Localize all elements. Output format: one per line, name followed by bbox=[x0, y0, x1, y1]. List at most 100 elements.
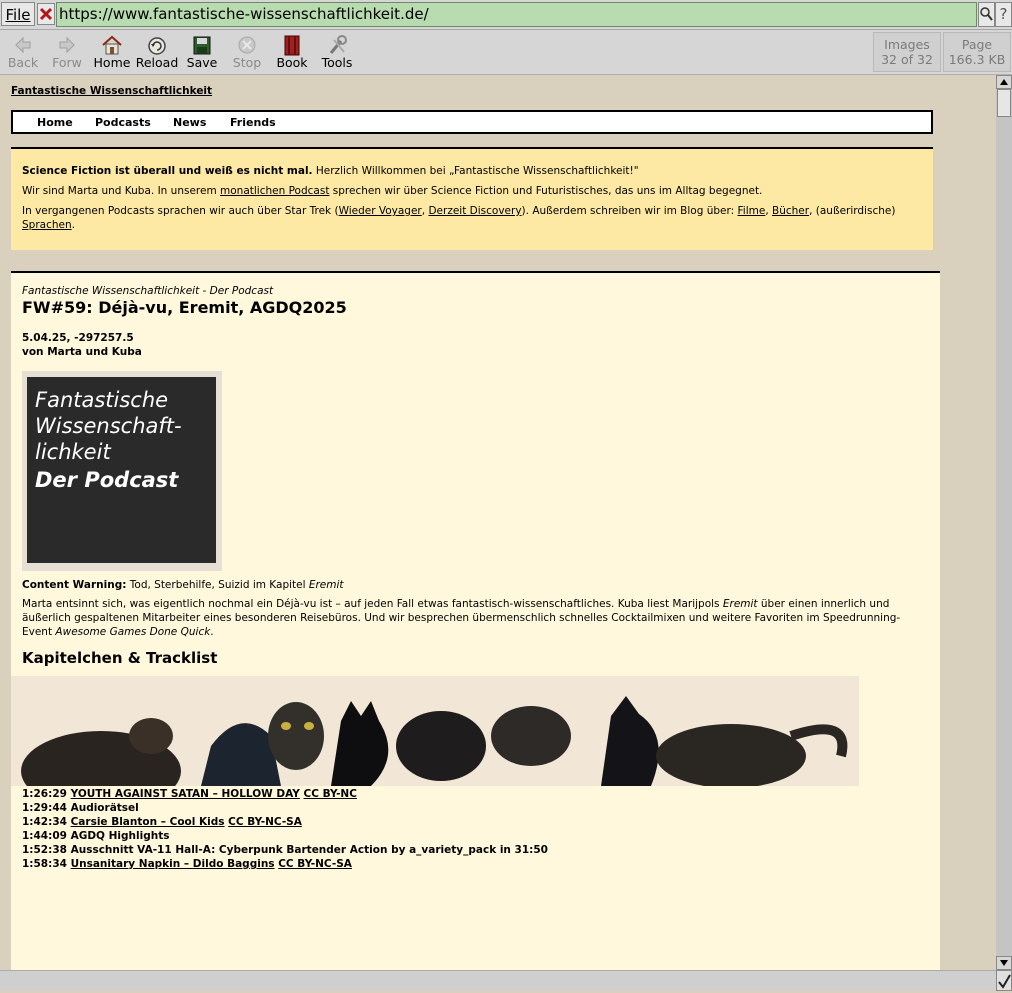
home-button[interactable]: Home bbox=[89, 30, 135, 74]
save-button[interactable]: Save bbox=[179, 30, 225, 74]
intro-welcome: Herzlich Willkommen bei „Fantastische Wi… bbox=[312, 165, 639, 177]
help-button[interactable]: ? bbox=[995, 2, 1012, 27]
page-size-value: 166.3 KB bbox=[948, 52, 1006, 67]
intro-text: In vergangenen Podcasts sprachen wir auc… bbox=[22, 205, 339, 217]
track-row: 1:29:44 Audiorätsel bbox=[22, 801, 929, 815]
desc-em: Awesome Games Done Quick bbox=[55, 626, 211, 638]
track-row: 1:44:09 AGDQ Highlights bbox=[22, 829, 929, 843]
forward-button[interactable]: Forw bbox=[44, 30, 90, 74]
tools-button[interactable]: Tools bbox=[314, 30, 360, 74]
reload-icon bbox=[148, 37, 166, 55]
file-menu-label: File bbox=[5, 6, 31, 24]
track-title: Ausschnitt VA-11 Hall-A: Cyberpunk Barte… bbox=[70, 844, 548, 856]
scroll-thumb[interactable] bbox=[997, 89, 1011, 117]
content-warning: Content Warning: Tod, Sterbehilfe, Suizi… bbox=[22, 579, 929, 591]
back-button[interactable]: Back bbox=[0, 30, 46, 74]
article-meta: 5.04.25, -297257.5 von Marta und Kuba bbox=[22, 331, 929, 359]
home-label: Home bbox=[93, 55, 131, 70]
images-status-label: Images bbox=[884, 37, 930, 52]
track-license-link[interactable]: CC BY-NC-SA bbox=[228, 816, 302, 828]
track-row: 1:42:34 Carsie Blanton – Cool Kids CC BY… bbox=[22, 815, 929, 829]
forward-arrow-icon bbox=[59, 36, 75, 54]
scroll-down-icon[interactable] bbox=[996, 956, 1012, 970]
save-label: Save bbox=[186, 55, 218, 70]
tracklist-heading: Kapitelchen & Tracklist bbox=[22, 649, 218, 667]
intro-line-1: Science Fiction ist überall und weiß es … bbox=[22, 164, 922, 178]
main-nav: Home Podcasts News Friends bbox=[11, 110, 933, 134]
page-size-status: Page 166.3 KB bbox=[943, 32, 1011, 72]
cover-subtitle: Der Podcast bbox=[35, 468, 179, 492]
track-link[interactable]: Carsie Blanton – Cool Kids bbox=[71, 816, 225, 828]
track-row: 1:52:38 Ausschnitt VA-11 Hall-A: Cyberpu… bbox=[22, 843, 929, 857]
cw-text: Tod, Sterbehilfe, Suizid im Kapitel bbox=[126, 579, 309, 591]
nav-news[interactable]: News bbox=[173, 116, 206, 129]
scroll-up-icon[interactable] bbox=[996, 75, 1012, 89]
intro-text: . bbox=[71, 219, 75, 231]
track-title: Audiorätsel bbox=[70, 802, 139, 814]
podcast-article: Fantastische Wissenschaftlichkeit - Der … bbox=[11, 271, 940, 970]
wieder-voyager-link[interactable]: Wieder Voyager bbox=[339, 205, 422, 217]
intro-line-2: Wir sind Marta und Kuba. In unserem mona… bbox=[22, 184, 922, 198]
cover-line: Wissenschaft- bbox=[35, 414, 182, 438]
episode-description: Marta entsinnt sich, was eigentlich noch… bbox=[22, 597, 929, 639]
forward-label: Forw bbox=[52, 55, 82, 70]
track-time: 1:44:09 bbox=[22, 830, 67, 842]
track-row: 1:58:34 Unsanitary Napkin – Dildo Baggin… bbox=[22, 857, 929, 871]
site-title-link[interactable]: Fantastische Wissenschaftlichkeit bbox=[11, 85, 212, 97]
home-icon bbox=[102, 35, 122, 55]
desc-text: Marta entsinnt sich, was eigentlich noch… bbox=[22, 598, 723, 610]
save-disk-icon bbox=[193, 36, 211, 55]
track-time: 1:58:34 bbox=[22, 858, 67, 870]
sprachen-link[interactable]: Sprachen bbox=[22, 219, 72, 231]
intro-text: ). Außerdem schreiben wir im Blog über: bbox=[521, 205, 738, 217]
derzeit-discovery-link[interactable]: Derzeit Discovery bbox=[428, 205, 521, 217]
page-viewport: Fantastische Wissenschaftlichkeit Home P… bbox=[0, 75, 996, 970]
filme-link[interactable]: Filme bbox=[738, 205, 766, 217]
track-time: 1:29:44 bbox=[22, 802, 67, 814]
stop-label: Stop bbox=[232, 55, 262, 70]
browser-toolbar: Back Forw Home Reload Save Stop Book Too… bbox=[0, 30, 1012, 75]
cover-line: lichkeit bbox=[35, 440, 111, 464]
nav-home[interactable]: Home bbox=[37, 116, 73, 129]
search-icon[interactable] bbox=[978, 2, 995, 27]
desc-em: Eremit bbox=[722, 598, 758, 610]
images-status: Images 32 of 32 bbox=[873, 32, 941, 72]
monthly-podcast-link[interactable]: monatlichen Podcast bbox=[220, 185, 329, 197]
bookmarks-button[interactable]: Book bbox=[269, 30, 315, 74]
images-status-value: 32 of 32 bbox=[881, 52, 933, 67]
intro-tagline: Science Fiction ist überall und weiß es … bbox=[22, 165, 313, 177]
url-input[interactable]: https://www.fantastische-wissenschaftlic… bbox=[56, 2, 977, 27]
cover-title: Fantastische Wissenschaft- lichkeit bbox=[35, 387, 182, 465]
intro-text: sprechen wir über Science Fiction und Fu… bbox=[329, 185, 763, 197]
bookmarks-label: Book bbox=[276, 55, 308, 70]
cw-label: Content Warning: bbox=[22, 579, 127, 591]
track-link[interactable]: Unsanitary Napkin – Dildo Baggins bbox=[71, 858, 275, 870]
tools-label: Tools bbox=[321, 55, 353, 70]
cw-chapter: Eremit bbox=[308, 579, 344, 591]
stop-button[interactable]: Stop bbox=[224, 30, 270, 74]
page-size-label: Page bbox=[961, 37, 993, 52]
intro-text: Wir sind Marta und Kuba. In unserem bbox=[22, 185, 221, 197]
clear-url-icon[interactable] bbox=[37, 3, 55, 25]
track-license-link[interactable]: CC BY-NC bbox=[304, 788, 357, 800]
horizontal-scrollbar[interactable] bbox=[0, 970, 996, 991]
nav-podcasts[interactable]: Podcasts bbox=[95, 116, 151, 129]
track-time: 1:26:29 bbox=[22, 788, 67, 800]
desc-text: . bbox=[210, 626, 214, 638]
track-time: 1:42:34 bbox=[22, 816, 67, 828]
checkmark-icon bbox=[996, 970, 1012, 991]
tools-icon bbox=[329, 35, 347, 54]
file-menu-button[interactable]: File bbox=[1, 2, 35, 26]
track-link[interactable]: YOUTH AGAINST SATAN – HOLLOW DAY bbox=[71, 788, 300, 800]
article-date: 5.04.25, -297257.5 bbox=[22, 332, 134, 344]
bookmark-book-icon bbox=[284, 35, 300, 56]
nav-friends[interactable]: Friends bbox=[230, 116, 276, 129]
intro-text: , bbox=[765, 205, 773, 217]
podcast-cover-image: Fantastische Wissenschaft- lichkeit Der … bbox=[22, 371, 222, 571]
vertical-scrollbar[interactable] bbox=[996, 75, 1012, 970]
reload-button[interactable]: Reload bbox=[134, 30, 180, 74]
buecher-link[interactable]: Bücher bbox=[772, 205, 809, 217]
track-license-link[interactable]: CC BY-NC-SA bbox=[278, 858, 352, 870]
back-arrow-icon bbox=[15, 36, 31, 54]
article-authors: von Marta und Kuba bbox=[22, 346, 142, 358]
